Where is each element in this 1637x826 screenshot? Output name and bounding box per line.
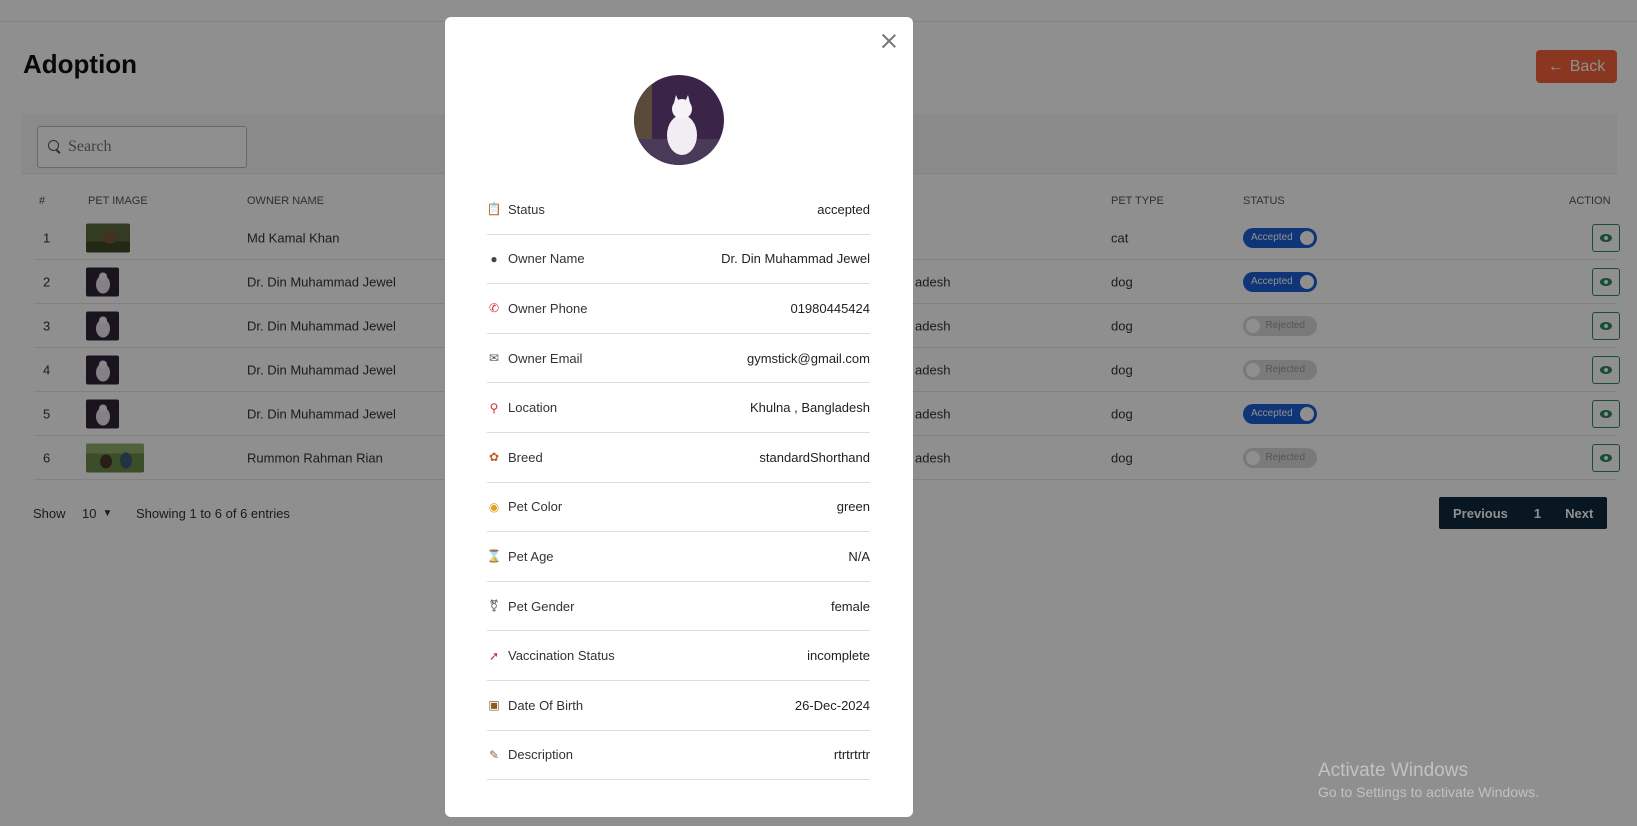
detail-row-status: 📋 Status accepted — [487, 185, 870, 235]
detail-label: Breed — [508, 449, 543, 465]
close-icon[interactable] — [881, 33, 897, 49]
detail-value: 26-Dec-2024 — [794, 697, 870, 713]
adoption-details-modal: 📋 Status accepted ● Owner Name Dr. Din Muh… — [445, 17, 913, 817]
detail-label: Vaccination Status — [508, 648, 615, 664]
gender-icon: ⚧ — [488, 599, 500, 614]
detail-value: accepted — [817, 201, 870, 217]
detail-row-location: ⚲ Location Khulna , Bangladesh — [487, 383, 870, 433]
person-icon: ● — [490, 251, 498, 266]
pin-icon: ⚲ — [489, 400, 499, 415]
detail-row-pet-gender: ⚧ Pet Gender female — [487, 582, 870, 632]
memo-icon: ✎ — [488, 747, 500, 762]
syringe-icon: ➚ — [488, 648, 500, 663]
detail-row-owner-email: ✉ Owner Email gymstick@gmail.com — [487, 334, 870, 384]
detail-value: female — [830, 598, 870, 614]
detail-row-vaccination-status: ➚ Vaccination Status incomplete — [487, 631, 870, 681]
envelope-icon: ✉ — [488, 351, 500, 366]
detail-row-pet-color: ◉ Pet Color green — [487, 483, 870, 533]
detail-value: Dr. Din Muhammad Jewel — [721, 251, 870, 267]
detail-label: Date Of Birth — [508, 697, 584, 713]
detail-value: Khulna , Bangladesh — [750, 400, 870, 416]
detail-label: Owner Name — [508, 251, 585, 267]
detail-value: green — [836, 499, 870, 515]
detail-row-breed: ✿ Breed standardShorthand — [487, 433, 870, 483]
windows-activation-hint: Go to Settings to activate Windows. — [1318, 784, 1539, 800]
detail-label: Pet Gender — [508, 598, 575, 614]
detail-label: Owner Email — [508, 350, 583, 366]
paw-icon: ✿ — [488, 450, 500, 465]
detail-label: Status — [508, 201, 545, 217]
detail-label: Location — [508, 400, 558, 416]
palette-icon: ◉ — [488, 499, 500, 514]
clipboard-icon: 📋 — [486, 202, 502, 217]
detail-label: Pet Color — [508, 499, 563, 515]
detail-value: standardShorthand — [759, 449, 870, 465]
detail-label: Owner Phone — [508, 300, 588, 316]
detail-row-owner-phone: ✆ Owner Phone 01980445424 — [487, 284, 870, 334]
detail-row-pet-age: ⌛ Pet Age N/A — [487, 532, 870, 582]
windows-activation-title: Activate Windows — [1318, 760, 1468, 781]
detail-value: rtrtrtrtr — [833, 747, 870, 763]
detail-value: 01980445424 — [790, 300, 870, 316]
detail-label: Description — [508, 747, 574, 763]
hourglass-icon: ⌛ — [486, 549, 502, 564]
detail-value: N/A — [848, 548, 870, 564]
detail-row-date-of-birth: ▣ Date Of Birth 26-Dec-2024 — [487, 681, 870, 731]
detail-label: Pet Age — [508, 548, 554, 564]
phone-icon: ✆ — [488, 301, 500, 316]
cake-icon: ▣ — [488, 698, 500, 713]
pet-detail-list: 📋 Status accepted ● Owner Name Dr. Din Muh… — [487, 185, 870, 781]
detail-value: gymstick@gmail.com — [747, 350, 870, 366]
detail-row-owner-name: ● Owner Name Dr. Din Muhammad Jewel — [487, 235, 870, 285]
pet-avatar — [634, 75, 724, 165]
detail-value: incomplete — [807, 648, 870, 664]
detail-row-description: ✎ Description rtrtrtrtr — [487, 731, 870, 781]
